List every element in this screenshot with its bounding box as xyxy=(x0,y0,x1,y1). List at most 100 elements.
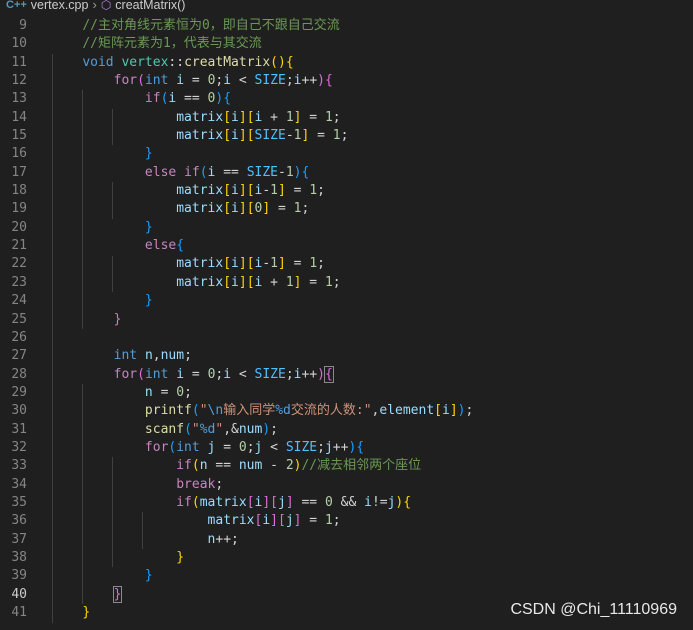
code-token: ] xyxy=(278,183,286,199)
code-line[interactable]: 27 int n,num; xyxy=(0,347,693,365)
line-number: 31 xyxy=(11,421,27,437)
code-token: ] xyxy=(262,494,271,510)
code-line[interactable]: 14 matrix[i][i + 1] = 1; xyxy=(0,109,693,127)
breadcrumb-method[interactable]: creatMatrix() xyxy=(115,0,185,12)
line-number: 25 xyxy=(11,311,27,327)
code-token: for xyxy=(144,439,169,455)
code-token: i xyxy=(293,366,302,382)
code-token: SIZE xyxy=(254,128,286,144)
code-token: i xyxy=(293,73,302,89)
code-token: = xyxy=(285,183,310,199)
code-line[interactable]: 39 } xyxy=(0,567,693,585)
code-line[interactable]: 24 } xyxy=(0,292,693,310)
code-token: num xyxy=(238,421,263,437)
code-line[interactable]: 28 for(int i = 0;i < SIZE;i++){ xyxy=(0,365,693,384)
code-token: ++ xyxy=(332,439,349,455)
code-token: ) xyxy=(317,366,325,382)
code-line[interactable]: 32 for(int j = 0;j < SIZE;j++){ xyxy=(0,439,693,457)
code-token: 1 xyxy=(324,109,333,125)
code-token: = xyxy=(184,73,208,89)
line-number: 40 xyxy=(11,586,27,602)
code-token: [ xyxy=(246,128,255,144)
code-line[interactable]: 33 if(n == num - 2)//减去相邻两个座位 xyxy=(0,457,693,475)
code-token: ] xyxy=(238,183,247,199)
code-line[interactable]: 36 matrix[i][j] = 1; xyxy=(0,512,693,530)
code-token: for xyxy=(113,366,138,382)
breadcrumb-file[interactable]: vertex.cpp xyxy=(31,0,89,12)
code-line[interactable]: 17 else if(i == SIZE-1){ xyxy=(0,164,693,182)
code-text: for(int i = 0;i < SIZE;i++){ xyxy=(51,365,334,384)
code-line[interactable]: 16 } xyxy=(0,145,693,163)
code-text: } xyxy=(51,145,153,163)
code-text: matrix[i][i-1] = 1; xyxy=(51,255,325,273)
code-token: i xyxy=(223,73,232,89)
code-line[interactable]: 20 } xyxy=(0,219,693,237)
code-line[interactable]: 30 printf("\n输入同学%d交流的人数:",element[i]); xyxy=(0,402,693,420)
code-token: = xyxy=(301,274,325,290)
code-token: ; xyxy=(301,201,310,217)
code-token: { xyxy=(324,365,334,383)
code-token: } xyxy=(144,293,153,309)
code-line[interactable]: 13 if(i == 0){ xyxy=(0,90,693,108)
code-line[interactable]: 9 //主对角线元素恒为0，即自己不跟自己交流 xyxy=(0,17,693,35)
code-token: void xyxy=(82,54,114,70)
code-line[interactable]: 35 if(matrix[i][j] == 0 && i!=j){ xyxy=(0,494,693,512)
code-line[interactable]: 38 } xyxy=(0,549,693,567)
code-line[interactable]: 31 scanf("%d",&num); xyxy=(0,421,693,439)
code-line[interactable]: 26 xyxy=(0,329,693,347)
code-line[interactable]: 10 //矩阵元素为1，代表与其交流 xyxy=(0,35,693,53)
code-token: [ xyxy=(223,128,232,144)
code-line[interactable]: 21 else{ xyxy=(0,237,693,255)
indent-guide xyxy=(112,108,113,146)
code-line[interactable]: 37 n++; xyxy=(0,531,693,549)
code-token: matrix xyxy=(176,109,224,125)
code-token: 1 xyxy=(309,183,318,199)
code-line[interactable]: 23 matrix[i][i + 1] = 1; xyxy=(0,274,693,292)
code-line[interactable]: 11 void vertex::creatMatrix(){ xyxy=(0,54,693,72)
code-token: i xyxy=(176,73,185,89)
code-token: { xyxy=(301,164,310,180)
code-line[interactable]: 22 matrix[i][i-1] = 1; xyxy=(0,255,693,273)
code-line[interactable]: 25 } xyxy=(0,311,693,329)
code-token: 1 xyxy=(285,109,294,125)
code-token: = xyxy=(309,128,333,144)
code-token: matrix xyxy=(207,513,255,529)
code-token: ( xyxy=(137,73,145,89)
code-token: , xyxy=(223,421,232,437)
code-token: ; xyxy=(270,421,278,437)
code-token: i xyxy=(231,109,239,125)
code-editor[interactable]: 9 //主对角线元素恒为0，即自己不跟自己交流 10 //矩阵元素为1，代表与其交… xyxy=(0,17,693,630)
indent-guide xyxy=(112,255,113,293)
code-line[interactable]: 15 matrix[i][SIZE-1] = 1; xyxy=(0,127,693,145)
code-token: ( xyxy=(191,458,200,474)
code-token: num xyxy=(238,458,263,474)
code-token: i xyxy=(176,366,185,382)
line-number: 22 xyxy=(11,256,27,272)
code-line[interactable]: 29 n = 0; xyxy=(0,384,693,402)
line-number: 13 xyxy=(11,91,27,107)
code-line[interactable]: 12 for(int i = 0;i < SIZE;i++){ xyxy=(0,72,693,90)
code-token: [ xyxy=(246,109,255,125)
code-text: if(i == 0){ xyxy=(51,90,231,108)
code-line[interactable]: 34 break; xyxy=(0,476,693,494)
line-number: 38 xyxy=(11,549,27,565)
code-line[interactable]: 18 matrix[i][i-1] = 1; xyxy=(0,182,693,200)
code-token: ( xyxy=(137,366,145,382)
code-token: ] xyxy=(449,403,458,419)
line-number: 35 xyxy=(11,494,27,510)
code-line[interactable]: 19 matrix[i][0] = 1; xyxy=(0,200,693,218)
